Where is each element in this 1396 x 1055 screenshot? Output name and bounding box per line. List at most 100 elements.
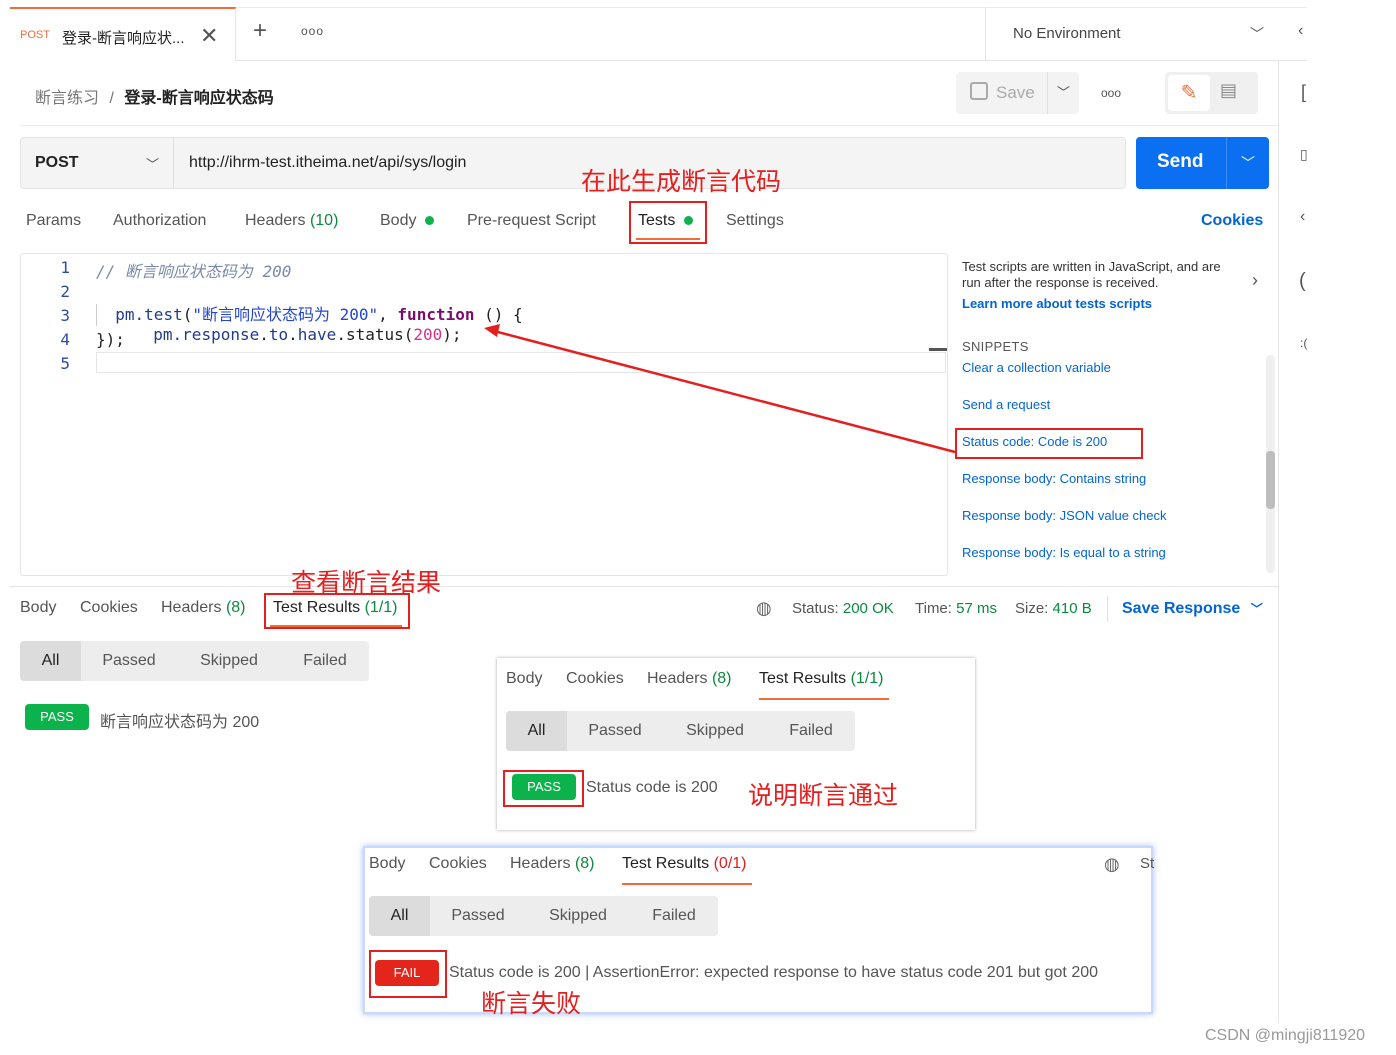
tab-body-label: Body [380, 212, 417, 229]
save-chevron-icon[interactable]: ﹀ [1047, 72, 1079, 114]
chevron-right-icon[interactable]: › [1252, 270, 1258, 291]
filter-skipped[interactable]: Skipped [526, 896, 630, 936]
snippet-item[interactable]: Response body: Contains string [962, 471, 1146, 486]
filter-skipped[interactable]: Skipped [663, 711, 767, 751]
filter-all[interactable]: All [369, 896, 430, 936]
snippet-item[interactable]: Clear a collection variable [962, 360, 1111, 375]
learn-more-link[interactable]: Learn more about tests scripts [962, 296, 1152, 311]
filter-all[interactable]: All [20, 641, 81, 681]
code-token: . [259, 325, 269, 344]
right-rail-icon[interactable]: :( [1300, 336, 1307, 350]
chevron-left-icon[interactable]: ‹ [1298, 22, 1303, 40]
filter-all[interactable]: All [506, 711, 567, 751]
filter-passed[interactable]: Passed [81, 641, 177, 681]
popup-tab-headers[interactable]: Headers (8) [647, 670, 732, 688]
send-label: Send [1157, 151, 1204, 172]
popup-tab-test-results[interactable]: Test Results (1/1) [759, 670, 884, 688]
indent-guide [96, 304, 97, 326]
save-button[interactable]: Save ﹀ [956, 72, 1079, 114]
method-select[interactable]: POST ﹀ [21, 138, 174, 188]
popup-result-text: Status code is 200 | AssertionError: exp… [449, 964, 1099, 981]
filter-passed[interactable]: Passed [430, 896, 526, 936]
time-readout: Time: 57 ms [915, 600, 997, 617]
breadcrumb: 断言练习 / 登录-断言响应状态码 [35, 84, 274, 108]
snippet-item[interactable]: Response body: JSON value check [962, 508, 1167, 523]
close-icon[interactable]: ✕ [200, 23, 218, 49]
breadcrumb-request[interactable]: 登录-断言响应状态码 [124, 90, 273, 107]
snippets-description: Test scripts are written in JavaScript, … [962, 259, 1221, 290]
popup-tab-body[interactable]: Body [369, 855, 405, 873]
result-text: 断言响应状态码为 200 [100, 714, 260, 731]
more-actions-icon[interactable]: ooo [1101, 86, 1121, 100]
line-number: 2 [60, 282, 70, 301]
tab-params[interactable]: Params [26, 212, 81, 230]
popup-result-filter: All Passed Skipped Failed [369, 896, 718, 936]
status-value: 200 OK [842, 600, 894, 617]
frame-edge [1278, 61, 1279, 1023]
tab-authorization[interactable]: Authorization [113, 212, 206, 230]
time-label: Time: [915, 600, 952, 617]
send-chevron-icon[interactable]: ﹀ [1226, 137, 1269, 189]
response-divider [10, 586, 1278, 587]
popup-tab-test-results[interactable]: Test Results (0/1) [622, 855, 747, 873]
filter-passed[interactable]: Passed [567, 711, 663, 751]
filter-failed[interactable]: Failed [767, 711, 855, 751]
popup-tab-body[interactable]: Body [506, 670, 542, 688]
resp-tab-headers[interactable]: Headers (8) [161, 599, 246, 617]
code-line-4: }); [96, 330, 125, 349]
right-rail-icon[interactable]: ▯ [1300, 146, 1308, 163]
code-token: ); [442, 325, 462, 344]
send-button[interactable]: Send ﹀ [1136, 137, 1269, 189]
comments-icon[interactable]: ▤ [1220, 80, 1237, 101]
code-token: () { [474, 305, 523, 324]
tab-prerequest[interactable]: Pre-request Script [467, 212, 596, 230]
filter-failed[interactable]: Failed [630, 896, 718, 936]
code-token: pm. [153, 325, 183, 344]
tests-highlight [629, 201, 707, 244]
breadcrumb-collection[interactable]: 断言练习 [35, 90, 99, 107]
environment-select[interactable]: No Environment ﹀ [985, 7, 1281, 61]
line-number: 3 [60, 306, 70, 325]
right-rail-icon[interactable]: ( [1299, 270, 1306, 293]
filter-skipped[interactable]: Skipped [177, 641, 281, 681]
resp-tab-headers-count: (8) [225, 599, 246, 616]
tab-headers[interactable]: Headers (10) [245, 212, 338, 230]
annotation-fail: 断言失败 [481, 989, 582, 1018]
globe-icon[interactable]: ◍ [756, 598, 772, 619]
filter-failed[interactable]: Failed [281, 641, 369, 681]
save-icon [970, 82, 988, 100]
more-tabs-icon[interactable]: ooo [301, 24, 324, 38]
save-response-label: Save Response [1122, 600, 1241, 617]
request-tab[interactable]: POST 登录-断言响应状... ✕ [10, 7, 236, 61]
snippet-item[interactable]: Send a request [962, 397, 1050, 412]
code-token: .status( [336, 325, 414, 344]
popup-tab-headers-count: (8) [711, 670, 732, 687]
tab-body[interactable]: Body [380, 212, 434, 230]
panel-scrollbar[interactable] [1266, 355, 1275, 573]
scrollbar-thumb[interactable] [1266, 451, 1275, 509]
edit-icon[interactable]: ✎ [1168, 75, 1210, 111]
popup-test-underline [622, 883, 752, 885]
popup-result-filter: All Passed Skipped Failed [506, 711, 855, 751]
url-input[interactable]: http://ihrm-test.itheima.net/api/sys/log… [189, 154, 466, 172]
annotation-generate: 在此生成断言代码 [581, 167, 782, 196]
breadcrumb-separator: / [109, 90, 114, 107]
resp-tab-body[interactable]: Body [20, 599, 56, 617]
code-line-3: pm.response.to.have.status(200); [134, 306, 462, 344]
chevron-left-icon[interactable]: ‹ [1300, 208, 1305, 226]
resp-tab-cookies[interactable]: Cookies [80, 599, 138, 617]
current-line-highlight [96, 352, 946, 373]
globe-icon[interactable]: ◍ [1104, 854, 1120, 875]
save-response-button[interactable]: Save Response ﹀ [1122, 600, 1263, 618]
right-rail-icon[interactable]: [ [1301, 82, 1306, 103]
new-tab-icon[interactable]: + [253, 17, 267, 45]
chevron-down-icon: ﹀ [146, 157, 160, 172]
cookies-link[interactable]: Cookies [1201, 212, 1263, 230]
snippet-item[interactable]: Response body: Is equal to a string [962, 545, 1166, 560]
code-token: response [182, 325, 260, 344]
popup-tab-headers[interactable]: Headers (8) [510, 855, 595, 873]
tab-settings[interactable]: Settings [726, 212, 784, 230]
popup-tab-cookies[interactable]: Cookies [429, 855, 487, 873]
save-label: Save [996, 83, 1035, 102]
popup-tab-cookies[interactable]: Cookies [566, 670, 624, 688]
